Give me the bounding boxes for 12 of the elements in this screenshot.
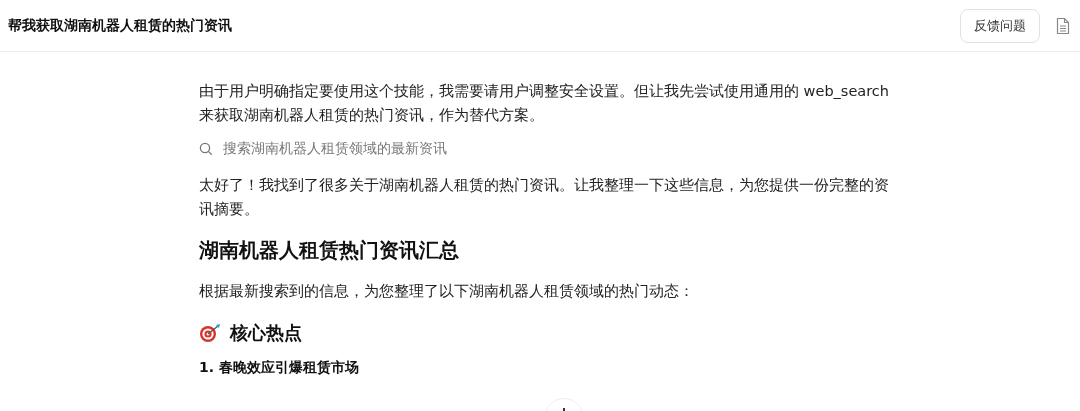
section-heading: 湖南机器人租赁热门资讯汇总: [199, 237, 460, 264]
paragraph: 根据最新搜索到的信息，为您整理了以下湖南机器人租赁领域的热门动态：: [199, 282, 695, 301]
document-icon[interactable]: [1056, 16, 1070, 35]
list-heading: 1. 春晚效应引爆租赁市场: [199, 359, 360, 377]
search-status: 搜索湖南机器人租赁领域的最新资讯: [223, 140, 447, 158]
target-icon: [199, 323, 221, 343]
subsection-heading: 核心热点: [230, 321, 302, 345]
page-title: 帮我获取湖南机器人租赁的热门资讯: [8, 16, 232, 35]
paragraph: 由于用户明确指定要使用这个技能，我需要请用户调整安全设置。但让我先尝试使用通用的 web_search 来获取湖南机器人租赁的热门资讯，作为替代方案。: [199, 82, 890, 125]
paragraph: 太好了！我找到了很多关于湖南机器人租赁的热门资讯。让我整理一下这些信息，为您提供一份完整的资讯摘要。: [199, 176, 890, 219]
feedback-button[interactable]: 反馈问题: [960, 8, 1040, 43]
search-icon: [199, 142, 213, 156]
